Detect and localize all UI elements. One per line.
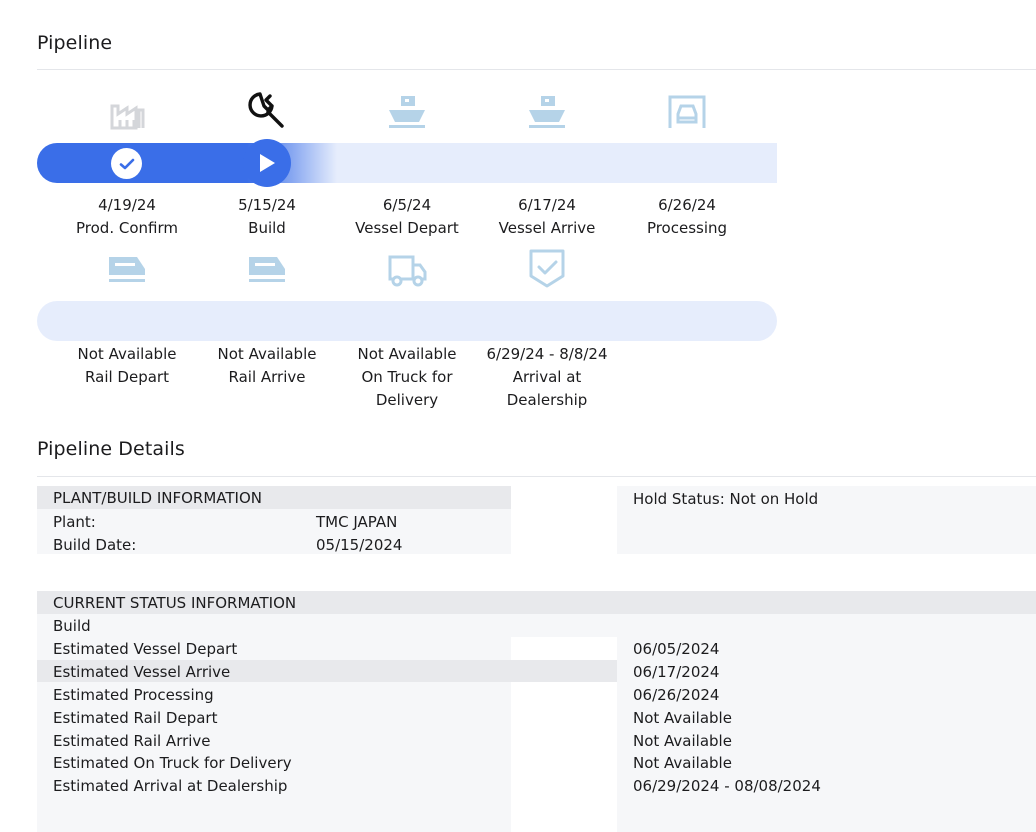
status-row-label: Estimated Rail Arrive: [53, 732, 211, 750]
step-rail-depart: Not Available Rail Depart: [57, 343, 197, 389]
step-label: Arrival at: [512, 368, 582, 386]
status-row-value: 06/05/2024: [633, 640, 720, 658]
play-icon: [243, 139, 291, 187]
step-label: Delivery: [375, 391, 439, 409]
step-label: Dealership: [506, 391, 588, 409]
page-title: Pipeline: [37, 32, 113, 54]
status-row-label: Estimated Arrival at Dealership: [53, 777, 288, 795]
step-rail-arrive: Not Available Rail Arrive: [197, 343, 337, 389]
step-prod-confirm: 4/19/24 Prod. Confirm: [57, 194, 197, 240]
status-row-value: 06/29/2024 - 08/08/2024: [633, 777, 821, 795]
step-label: Prod. Confirm: [76, 219, 178, 237]
step-on-truck: Not Available On Truck for Delivery: [337, 343, 477, 412]
truck-icon: [387, 250, 427, 290]
status-row-value: Not Available: [633, 754, 732, 772]
step-label: Vessel Arrive: [498, 219, 596, 237]
rail-icon: [247, 250, 287, 290]
rail-icon: [107, 250, 147, 290]
build-date-label: Build Date:: [53, 536, 137, 554]
step-label: On Truck for: [361, 368, 453, 386]
step-date: 6/5/24: [382, 196, 432, 214]
step-date: 4/19/24: [98, 196, 156, 214]
plant-build-header: PLANT/BUILD INFORMATION: [53, 489, 262, 507]
step-label: Processing: [646, 219, 728, 237]
car-garage-icon: [667, 92, 707, 132]
status-row-value: 06/26/2024: [633, 686, 720, 704]
step-label: Vessel Depart: [355, 219, 459, 237]
hold-status: Hold Status: Not on Hold: [633, 490, 819, 508]
step-date: Not Available: [77, 345, 177, 363]
step-processing: 6/26/24 Processing: [617, 194, 757, 240]
ship-icon: [527, 92, 567, 132]
build-date-value: 05/15/2024: [316, 536, 403, 554]
check-icon: [111, 148, 142, 179]
status-row-label: Estimated Vessel Arrive: [53, 663, 231, 681]
plant-value: TMC JAPAN: [316, 513, 398, 531]
step-date: 6/26/24: [658, 196, 716, 214]
section-title: Pipeline Details: [37, 438, 185, 460]
step-date: Not Available: [217, 345, 317, 363]
ship-icon: [387, 92, 427, 132]
current-status-value: Build: [53, 617, 91, 635]
factory-icon: [107, 92, 147, 132]
step-label: Rail Depart: [85, 368, 169, 386]
status-row-label: Estimated Rail Depart: [53, 709, 218, 727]
status-row-label: Estimated On Truck for Delivery: [53, 754, 292, 772]
step-vessel-depart: 6/5/24 Vessel Depart: [337, 194, 477, 240]
step-date: 6/29/24 - 8/8/24: [486, 345, 608, 363]
pipeline-progress-fill: [37, 143, 337, 183]
pipeline-track-bottom: [37, 301, 777, 341]
current-status-header: CURRENT STATUS INFORMATION: [53, 594, 297, 612]
status-row-value: Not Available: [633, 732, 732, 750]
step-build: 5/15/24 Build: [197, 194, 337, 240]
status-row-label: Estimated Processing: [53, 686, 214, 704]
status-row-value: 06/17/2024: [633, 663, 720, 681]
step-date: Not Available: [357, 345, 457, 363]
shield-check-icon: [527, 248, 567, 288]
step-label: Rail Arrive: [228, 368, 306, 386]
step-arrival-dealership: 6/29/24 - 8/8/24 Arrival at Dealership: [477, 343, 617, 412]
step-label: Build: [248, 219, 286, 237]
plant-label: Plant:: [53, 513, 96, 531]
title-divider: [37, 69, 1036, 70]
status-row-label: Estimated Vessel Depart: [53, 640, 238, 658]
step-vessel-arrive: 6/17/24 Vessel Arrive: [477, 194, 617, 240]
wrench-icon: [246, 90, 286, 130]
current-status-panel-right: [617, 796, 1036, 832]
step-date: 5/15/24: [238, 196, 296, 214]
status-row-value: Not Available: [633, 709, 732, 727]
section-divider: [37, 476, 1036, 477]
step-date: 6/17/24: [518, 196, 576, 214]
